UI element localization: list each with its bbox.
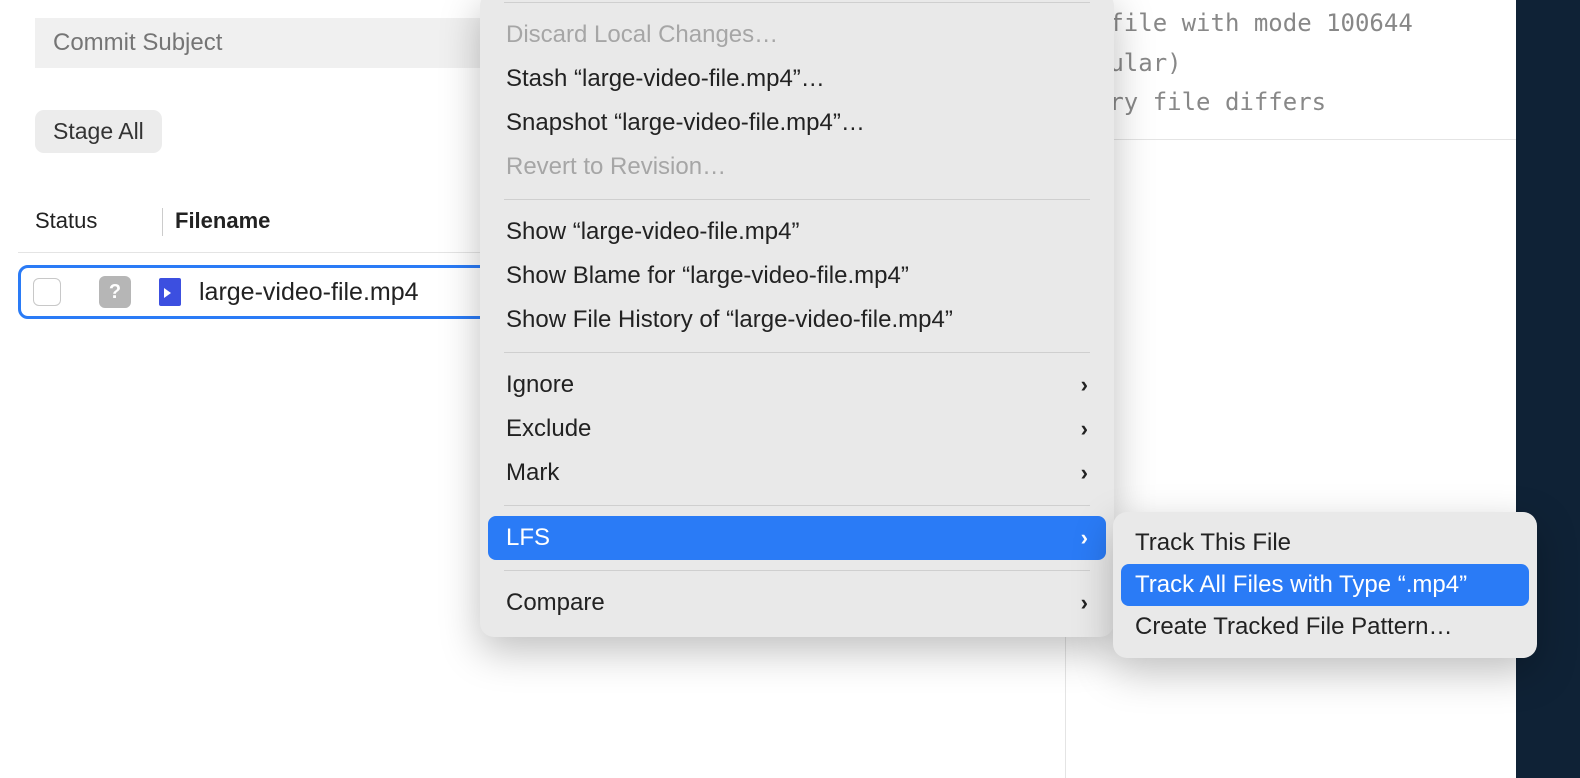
menu-mark[interactable]: Mark ›	[488, 451, 1106, 495]
submenu-create-pattern[interactable]: Create Tracked File Pattern…	[1121, 606, 1529, 648]
diff-line: ew file with mode 100644	[1066, 9, 1413, 37]
menu-label: Snapshot “large-video-file.mp4”…	[506, 109, 865, 137]
context-menu: Discard Local Changes… Stash “large-vide…	[480, 0, 1114, 637]
menu-label: Compare	[506, 589, 605, 617]
lfs-submenu: Track This File Track All Files with Typ…	[1113, 512, 1537, 658]
menu-separator	[504, 352, 1090, 353]
file-list-header: Status Filename	[35, 208, 270, 236]
menu-show-blame[interactable]: Show Blame for “large-video-file.mp4”	[488, 254, 1106, 298]
menu-label: Stash “large-video-file.mp4”…	[506, 65, 825, 93]
menu-label: Show File History of “large-video-file.m…	[506, 306, 953, 334]
chevron-right-icon: ›	[1081, 416, 1088, 442]
stage-checkbox[interactable]	[33, 278, 61, 306]
window-edge	[1516, 0, 1580, 778]
file-icon	[159, 278, 181, 306]
submenu-track-all-type[interactable]: Track All Files with Type “.mp4”	[1121, 564, 1529, 606]
menu-label: LFS	[506, 524, 550, 552]
menu-ignore[interactable]: Ignore ›	[488, 363, 1106, 407]
menu-lfs[interactable]: LFS ›	[488, 516, 1106, 560]
chevron-right-icon: ›	[1081, 525, 1088, 551]
diff-pane: ew file with mode 100644 Regular) inary …	[1065, 0, 1580, 778]
menu-separator	[504, 2, 1090, 3]
menu-show-file[interactable]: Show “large-video-file.mp4”	[488, 210, 1106, 254]
menu-revert[interactable]: Revert to Revision…	[488, 145, 1106, 189]
submenu-track-this-file[interactable]: Track This File	[1121, 522, 1529, 564]
menu-exclude[interactable]: Exclude ›	[488, 407, 1106, 451]
chevron-right-icon: ›	[1081, 372, 1088, 398]
column-divider	[162, 208, 163, 236]
menu-label: Discard Local Changes…	[506, 21, 778, 49]
diff-text: ew file with mode 100644 Regular) inary …	[1066, 0, 1580, 123]
menu-snapshot[interactable]: Snapshot “large-video-file.mp4”…	[488, 101, 1106, 145]
column-status[interactable]: Status	[35, 208, 162, 236]
diff-rule	[1066, 139, 1580, 140]
menu-compare[interactable]: Compare ›	[488, 581, 1106, 625]
column-filename[interactable]: Filename	[175, 208, 270, 236]
menu-label: Show Blame for “large-video-file.mp4”	[506, 262, 909, 290]
menu-separator	[504, 505, 1090, 506]
menu-show-history[interactable]: Show File History of “large-video-file.m…	[488, 298, 1106, 342]
status-badge-untracked: ?	[99, 276, 131, 308]
stage-all-button[interactable]: Stage All	[35, 110, 162, 153]
chevron-right-icon: ›	[1081, 460, 1088, 486]
menu-discard-changes[interactable]: Discard Local Changes…	[488, 13, 1106, 57]
file-name-label: large-video-file.mp4	[199, 278, 419, 307]
menu-label: Show “large-video-file.mp4”	[506, 218, 799, 246]
menu-label: Exclude	[506, 415, 591, 443]
menu-stash[interactable]: Stash “large-video-file.mp4”…	[488, 57, 1106, 101]
menu-separator	[504, 199, 1090, 200]
menu-label: Ignore	[506, 371, 574, 399]
menu-separator	[504, 570, 1090, 571]
menu-label: Mark	[506, 459, 559, 487]
menu-label: Revert to Revision…	[506, 153, 726, 181]
chevron-right-icon: ›	[1081, 590, 1088, 616]
